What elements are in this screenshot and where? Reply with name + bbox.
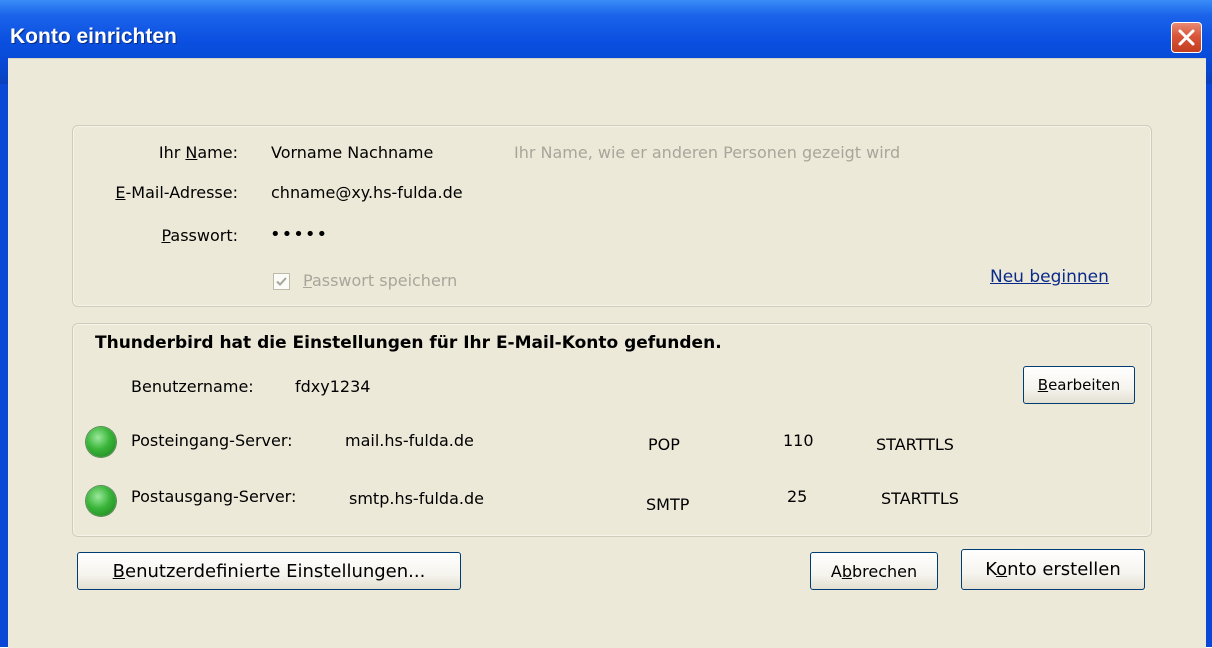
name-hint: Ihr Name, wie er anderen Personen gezeig… xyxy=(514,143,901,162)
incoming-protocol: POP xyxy=(648,435,680,454)
name-field[interactable]: Vorname Nachname xyxy=(271,143,433,163)
incoming-label: Posteingang-Server: xyxy=(131,431,293,450)
outgoing-label: Postausgang-Server: xyxy=(131,487,297,506)
incoming-host: mail.hs-fulda.de xyxy=(345,431,474,450)
remember-password-label: Passwort speichern xyxy=(303,271,458,290)
cancel-button[interactable]: Abbrechen xyxy=(810,552,938,590)
found-heading: Thunderbird hat die Einstellungen für Ih… xyxy=(95,333,722,353)
outgoing-protocol: SMTP xyxy=(646,495,690,514)
window-title: Konto einrichten xyxy=(10,25,177,48)
close-icon xyxy=(1178,29,1195,46)
password-label: Passwort: xyxy=(161,226,238,245)
email-label: E-Mail-Adresse: xyxy=(115,183,238,202)
username-value: fdxy1234 xyxy=(295,377,371,396)
dialog-window: Konto einrichten Ihr Name: Vorname Nachn… xyxy=(0,0,1212,648)
outgoing-host: smtp.hs-fulda.de xyxy=(349,489,484,508)
outgoing-port: 25 xyxy=(787,487,808,506)
name-label: Ihr Name: xyxy=(158,143,238,162)
incoming-port: 110 xyxy=(783,431,814,450)
close-button[interactable] xyxy=(1171,22,1202,53)
outgoing-status-icon xyxy=(86,486,116,516)
restart-link[interactable]: Neu beginnen xyxy=(990,267,1109,287)
incoming-status-icon xyxy=(86,427,116,457)
incoming-security: STARTTLS xyxy=(876,435,954,454)
edit-button[interactable]: Bearbeiten xyxy=(1023,366,1135,404)
checkmark-icon xyxy=(276,277,287,286)
username-label: Benutzername: xyxy=(131,377,254,396)
dialog-body: Ihr Name: Vorname Nachname Ihr Name, wie… xyxy=(8,58,1206,648)
password-field[interactable]: ••••• xyxy=(270,225,328,245)
outgoing-security: STARTTLS xyxy=(881,489,959,508)
create-account-button[interactable]: Konto erstellen xyxy=(961,549,1145,590)
custom-settings-button[interactable]: Benutzerdefinierte Einstellungen... xyxy=(77,552,461,590)
remember-password-checkbox[interactable] xyxy=(273,273,290,290)
email-value: chname@xy.hs-fulda.de xyxy=(271,183,463,202)
email-field[interactable]: chname@xy.hs-fulda.de xyxy=(271,183,501,203)
